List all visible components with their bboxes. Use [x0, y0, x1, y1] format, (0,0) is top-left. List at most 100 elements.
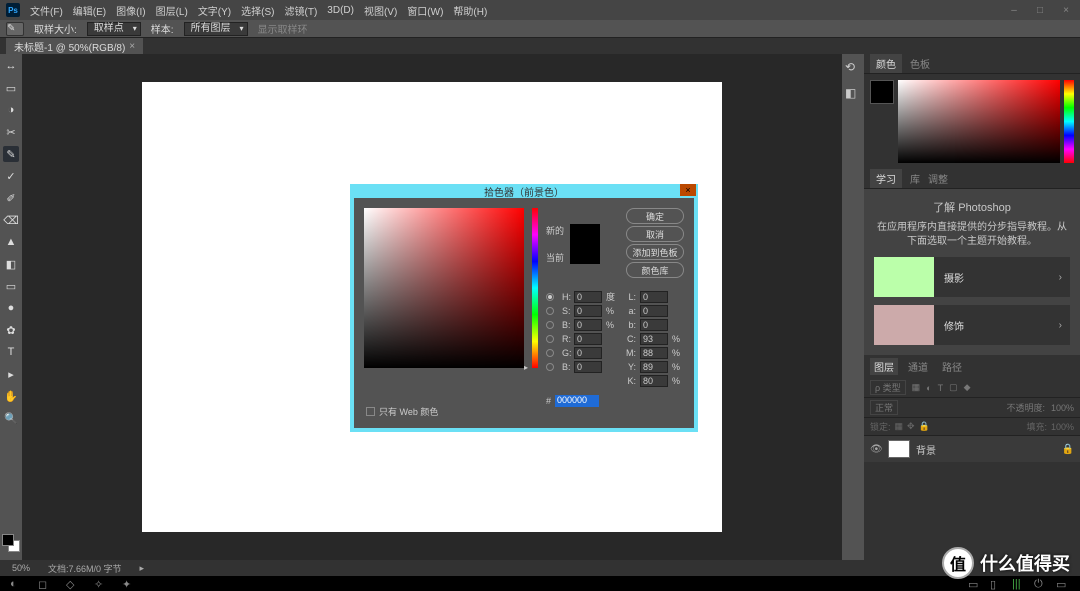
color-field[interactable] [364, 208, 524, 368]
tab-learn[interactable]: 学习 [870, 169, 902, 188]
zoom-level[interactable]: 50% [12, 563, 30, 573]
color-panel-hue[interactable] [1064, 80, 1074, 163]
path-tool[interactable]: ▸ [3, 366, 19, 382]
menu-image[interactable]: 图像(I) [116, 3, 145, 18]
menu-select[interactable]: 选择(S) [241, 3, 274, 18]
pen-tool[interactable]: ✿ [3, 322, 19, 338]
taskbar-app-icon[interactable]: ◻ [38, 578, 52, 590]
bb-radio[interactable] [546, 363, 554, 371]
color-panel-swatch[interactable] [870, 80, 894, 104]
status-arrow-icon[interactable]: ▸ [140, 563, 145, 574]
menu-file[interactable]: 文件(F) [30, 3, 63, 18]
bb-input[interactable]: 0 [574, 361, 602, 373]
sample-size-select[interactable]: 取样点 [87, 22, 141, 36]
lock-position-icon[interactable]: ✥ [907, 421, 915, 432]
type-tool[interactable]: T [3, 344, 19, 360]
taskbar-app-icon[interactable]: ✦ [122, 578, 136, 590]
dodge-tool[interactable]: ● [3, 300, 19, 316]
color-panel-field[interactable] [898, 80, 1060, 163]
sample-layers-select[interactable]: 所有图层 [184, 22, 248, 36]
l-input[interactable]: 0 [640, 291, 668, 303]
taskbar-app-icon[interactable]: ◇ [66, 578, 80, 590]
properties-icon[interactable]: ◧ [845, 86, 861, 102]
marquee-tool[interactable]: ▭ [3, 80, 19, 96]
tab-swatches[interactable]: 色板 [910, 56, 930, 71]
brush-tool[interactable]: ✐ [3, 190, 19, 206]
hand-tool[interactable]: ✋ [3, 388, 19, 404]
web-only-checkbox[interactable]: 只有 Web 颜色 [366, 405, 438, 418]
menu-window[interactable]: 窗口(W) [407, 3, 443, 18]
lab-b-input[interactable]: 0 [640, 319, 668, 331]
minimize-button[interactable]: – [1006, 5, 1022, 16]
learn-row-photography[interactable]: 摄影 › [874, 257, 1070, 297]
lock-all-icon[interactable]: 🔒 [919, 421, 930, 432]
tab-paths[interactable]: 路径 [938, 358, 966, 375]
doc-info[interactable]: 文档:7.66M/0 字节 [48, 562, 122, 575]
b-radio[interactable] [546, 321, 554, 329]
fg-bg-swatches[interactable] [2, 534, 20, 552]
menu-edit[interactable]: 编辑(E) [73, 3, 106, 18]
menu-help[interactable]: 帮助(H) [453, 3, 487, 18]
c-input[interactable]: 93 [640, 333, 668, 345]
k-input[interactable]: 80 [640, 375, 668, 387]
tab-channels[interactable]: 通道 [904, 358, 932, 375]
fill-value[interactable]: 100% [1051, 422, 1074, 432]
h-radio[interactable] [546, 293, 554, 301]
ok-button[interactable]: 确定 [626, 208, 684, 224]
history-icon[interactable]: ⟲ [845, 60, 861, 76]
tab-libraries[interactable]: 库 [910, 171, 920, 186]
clone-tool[interactable]: ⌫ [3, 212, 19, 228]
r-radio[interactable] [546, 335, 554, 343]
h-input[interactable]: 0 [574, 291, 602, 303]
g-input[interactable]: 0 [574, 347, 602, 359]
lock-pixels-icon[interactable]: ▦ [895, 421, 904, 432]
r-input[interactable]: 0 [574, 333, 602, 345]
new-current-swatch[interactable] [570, 224, 600, 264]
tray-icon[interactable]: ▭ [1056, 578, 1070, 590]
zoom-tool[interactable]: 🔍 [3, 410, 19, 426]
tab-layers[interactable]: 图层 [870, 358, 898, 375]
cancel-button[interactable]: 取消 [626, 226, 684, 242]
tray-icon[interactable]: ||| [1012, 578, 1026, 590]
g-radio[interactable] [546, 349, 554, 357]
layer-name[interactable]: 背景 [916, 442, 936, 457]
visibility-eye-icon[interactable]: 👁 [870, 444, 882, 455]
menu-view[interactable]: 视图(V) [364, 3, 397, 18]
eraser-tool[interactable]: ▲ [3, 234, 19, 250]
taskbar-start-icon[interactable]: ◐ [10, 578, 24, 590]
b-input[interactable]: 0 [574, 319, 602, 331]
menu-type[interactable]: 文字(Y) [198, 3, 231, 18]
tray-icon[interactable]: ▯ [990, 578, 1004, 590]
s-input[interactable]: 0 [574, 305, 602, 317]
maximize-button[interactable]: □ [1032, 5, 1048, 16]
hue-slider[interactable] [532, 208, 538, 368]
layer-filter-select[interactable]: ρ 类型 [870, 380, 906, 395]
y-input[interactable]: 89 [640, 361, 668, 373]
tray-icon[interactable]: ⏻ [1034, 578, 1048, 590]
add-swatch-button[interactable]: 添加到色板 [626, 244, 684, 260]
s-radio[interactable] [546, 307, 554, 315]
heal-tool[interactable]: ✓ [3, 168, 19, 184]
fg-color-swatch[interactable] [2, 534, 14, 546]
a-input[interactable]: 0 [640, 305, 668, 317]
move-tool[interactable]: ↔ [3, 58, 19, 74]
tab-adjustments[interactable]: 调整 [928, 171, 948, 186]
filter-type-icon[interactable]: T [938, 383, 944, 393]
document-tab[interactable]: 未标题-1 @ 50%(RGB/8) × [6, 38, 143, 55]
color-libraries-button[interactable]: 颜色库 [626, 262, 684, 278]
document-tab-close-icon[interactable]: × [129, 41, 135, 52]
layer-row-background[interactable]: 👁 背景 🔒 [864, 436, 1080, 462]
hex-input[interactable]: 000000 [555, 395, 599, 407]
eyedropper-icon[interactable]: ✎ [6, 22, 24, 36]
filter-adjust-icon[interactable]: ◐ [926, 383, 931, 393]
menu-filter[interactable]: 滤镜(T) [285, 3, 318, 18]
tab-color[interactable]: 颜色 [870, 54, 902, 73]
layer-thumbnail[interactable] [888, 440, 910, 458]
menu-layer[interactable]: 图层(L) [156, 3, 188, 18]
close-button[interactable]: × [1058, 5, 1074, 16]
crop-tool[interactable]: ✂ [3, 124, 19, 140]
m-input[interactable]: 88 [640, 347, 668, 359]
checkbox-icon[interactable] [366, 407, 375, 416]
tray-icon[interactable]: ▭ [968, 578, 982, 590]
filter-shape-icon[interactable]: ▢ [949, 382, 958, 393]
